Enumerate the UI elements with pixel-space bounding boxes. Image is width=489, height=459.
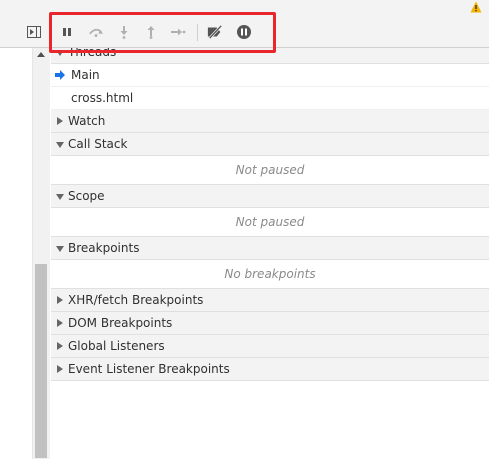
section-breakpoints[interactable]: Breakpoints bbox=[51, 237, 489, 260]
section-threads[interactable]: Threads bbox=[51, 48, 489, 64]
step-out-button[interactable] bbox=[143, 24, 159, 40]
scrollbar-thumb[interactable] bbox=[35, 264, 47, 458]
section-scope[interactable]: Scope bbox=[51, 185, 489, 208]
section-dom-breakpoints[interactable]: DOM Breakpoints bbox=[51, 312, 489, 335]
warning-icon[interactable] bbox=[470, 1, 482, 13]
section-label: Threads bbox=[68, 48, 117, 59]
section-label: XHR/fetch Breakpoints bbox=[68, 293, 204, 307]
expand-down-icon bbox=[56, 50, 64, 56]
top-strip bbox=[0, 0, 489, 18]
pause-on-exceptions-button[interactable] bbox=[236, 24, 252, 40]
navigator-column bbox=[0, 48, 33, 459]
expand-right-icon bbox=[57, 365, 63, 373]
step-into-button[interactable] bbox=[116, 24, 132, 40]
thread-item-cross[interactable]: cross.html bbox=[51, 87, 489, 110]
thread-label: cross.html bbox=[71, 91, 134, 105]
step-out-icon bbox=[147, 26, 155, 39]
breakpoints-off-icon bbox=[207, 25, 223, 39]
step-button[interactable] bbox=[170, 24, 186, 40]
step-icon bbox=[171, 28, 186, 36]
breakpoints-placeholder: No breakpoints bbox=[51, 260, 489, 289]
section-label: Event Listener Breakpoints bbox=[68, 362, 230, 376]
expand-right-icon bbox=[57, 117, 63, 125]
section-label: Watch bbox=[68, 114, 106, 128]
expand-down-icon bbox=[56, 194, 64, 200]
section-watch[interactable]: Watch bbox=[51, 110, 489, 133]
thread-item-main[interactable]: Main bbox=[51, 64, 489, 87]
section-label: Global Listeners bbox=[68, 339, 165, 353]
section-label: Scope bbox=[68, 189, 105, 203]
section-label: Call Stack bbox=[68, 137, 128, 151]
thread-label: Main bbox=[71, 68, 100, 82]
expand-right-icon bbox=[57, 342, 63, 350]
section-global-listeners[interactable]: Global Listeners bbox=[51, 335, 489, 358]
step-into-icon bbox=[120, 26, 128, 39]
section-event-listener-breakpoints[interactable]: Event Listener Breakpoints bbox=[51, 358, 489, 381]
toggle-navigator-icon bbox=[27, 26, 41, 38]
debugger-sidebar: Threads Main cross.html Watch Call Stack… bbox=[51, 48, 489, 459]
section-label: Breakpoints bbox=[68, 241, 140, 255]
toolbar-separator bbox=[197, 24, 198, 41]
expand-down-icon bbox=[56, 246, 64, 252]
pause-on-exceptions-icon bbox=[237, 25, 251, 39]
section-call-stack[interactable]: Call Stack bbox=[51, 133, 489, 156]
pause-resume-button[interactable] bbox=[59, 24, 75, 40]
section-xhr-breakpoints[interactable]: XHR/fetch Breakpoints bbox=[51, 289, 489, 312]
scope-placeholder: Not paused bbox=[51, 208, 489, 237]
scroll-up-arrow-icon[interactable] bbox=[37, 52, 45, 57]
section-label: DOM Breakpoints bbox=[68, 316, 173, 330]
current-thread-arrow-icon bbox=[55, 70, 65, 80]
expand-down-icon bbox=[56, 142, 64, 148]
toggle-navigator-button[interactable] bbox=[26, 24, 42, 40]
step-over-icon bbox=[89, 28, 104, 37]
pause-icon bbox=[63, 28, 71, 36]
step-over-button[interactable] bbox=[88, 24, 104, 40]
call-stack-placeholder: Not paused bbox=[51, 156, 489, 185]
scrollbar[interactable] bbox=[33, 48, 50, 459]
expand-right-icon bbox=[57, 319, 63, 327]
expand-right-icon bbox=[57, 296, 63, 304]
deactivate-breakpoints-button[interactable] bbox=[207, 24, 223, 40]
debugger-toolbar bbox=[0, 17, 489, 48]
